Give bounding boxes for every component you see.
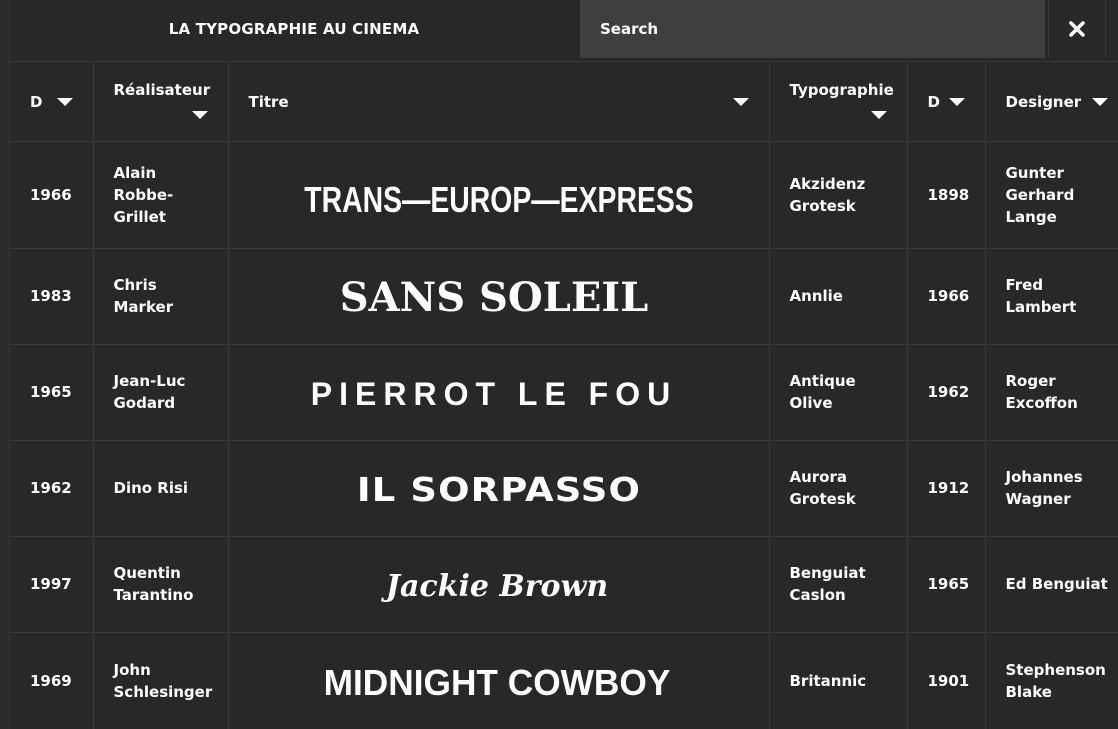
sort-arrow-icon[interactable] bbox=[1092, 97, 1108, 106]
table-row[interactable]: 1965 Jean-Luc Godard PIERROT LE FOU Anti… bbox=[10, 344, 1118, 441]
cell-typeface: Benguiat Caslon bbox=[769, 536, 908, 633]
cell-type-year: 1966 bbox=[907, 248, 986, 345]
film-title-text: PIERROT LE FOU bbox=[310, 376, 676, 412]
cell-year: 1965 bbox=[10, 344, 94, 441]
column-header-designer: Designer bbox=[985, 63, 1118, 142]
cell-year: 1962 bbox=[10, 440, 94, 537]
cell-type-year: 1898 bbox=[907, 141, 986, 249]
sort-arrow-icon[interactable] bbox=[948, 97, 965, 106]
close-icon bbox=[1069, 21, 1085, 37]
table-row[interactable]: 1966 Alain Robbe-Grillet TRANS—EUROP—EXP… bbox=[10, 141, 1118, 249]
column-label-typeface: Typographie bbox=[789, 80, 894, 99]
cell-designer: Roger Excoffon bbox=[985, 344, 1118, 441]
cell-title[interactable]: MIDNIGHT COWBOY bbox=[228, 632, 770, 729]
cell-title[interactable]: TRANS—EUROP—EXPRESS bbox=[228, 141, 770, 249]
film-title-text: Jackie Brown bbox=[380, 569, 607, 604]
films-table: D Réalisateur Titre Typographie D Design… bbox=[10, 63, 1118, 729]
left-edge-panel bbox=[0, 0, 10, 729]
table-header-row: D Réalisateur Titre Typographie D Design… bbox=[10, 63, 1118, 142]
column-header-director: Réalisateur bbox=[93, 63, 229, 142]
cell-typeface: Aurora Grotesk bbox=[769, 440, 908, 537]
close-button[interactable] bbox=[1048, 0, 1106, 58]
film-title-logo: PIERROT LE FOU bbox=[310, 376, 676, 412]
cell-type-year: 1901 bbox=[907, 632, 986, 729]
app-frame: LA TYPOGRAPHIE AU CINEMA D bbox=[0, 0, 1118, 729]
cell-year: 1983 bbox=[10, 248, 94, 345]
cell-title[interactable]: IL SORPASSO bbox=[228, 440, 770, 537]
cell-designer: Stephenson Blake bbox=[985, 632, 1118, 729]
film-title-logo: TRANS—EUROP—EXPRESS bbox=[304, 178, 693, 219]
cell-type-year: 1962 bbox=[907, 344, 986, 441]
top-bar: LA TYPOGRAPHIE AU CINEMA bbox=[10, 0, 1118, 62]
cell-typeface: Annlie bbox=[769, 248, 908, 345]
cell-designer: Johannes Wagner bbox=[985, 440, 1118, 537]
sort-arrow-icon[interactable] bbox=[870, 110, 887, 119]
film-title-text: IL SORPASSO bbox=[356, 471, 640, 510]
cell-designer: Ed Benguiat bbox=[985, 536, 1118, 633]
cell-typeface: Britannic bbox=[769, 632, 908, 729]
film-title-logo: MIDNIGHT COWBOY bbox=[323, 662, 670, 702]
column-header-title: Titre bbox=[228, 63, 770, 142]
cell-director: Jean-Luc Godard bbox=[93, 344, 229, 441]
column-label-director: Réalisateur bbox=[113, 80, 211, 99]
site-title[interactable]: LA TYPOGRAPHIE AU CINEMA bbox=[10, 0, 578, 58]
column-label-type-year: D bbox=[927, 92, 940, 111]
cell-designer: Fred Lambert bbox=[985, 248, 1118, 345]
table-row[interactable]: 1962 Dino Risi IL SORPASSO Aurora Grotes… bbox=[10, 440, 1118, 537]
search-input[interactable] bbox=[580, 0, 1045, 58]
column-label-year: D bbox=[30, 92, 43, 111]
column-header-typeface: Typographie bbox=[769, 63, 908, 142]
cell-director: Alain Robbe-Grillet bbox=[93, 141, 229, 249]
cell-director: Quentin Tarantino bbox=[93, 536, 229, 633]
cell-director: Dino Risi bbox=[93, 440, 229, 537]
cell-director: John Schlesinger bbox=[93, 632, 229, 729]
column-header-type-year: D bbox=[907, 63, 986, 142]
cell-designer: Gunter Gerhard Lange bbox=[985, 141, 1118, 249]
column-label-designer: Designer bbox=[1005, 92, 1082, 111]
film-title-text: TRANS—EUROP—EXPRESS bbox=[304, 178, 693, 219]
film-title-logo: Jackie Brown bbox=[380, 569, 607, 604]
cell-typeface: Akzidenz Grotesk bbox=[769, 141, 908, 249]
table-row[interactable]: 1997 Quentin Tarantino Jackie Brown Beng… bbox=[10, 536, 1118, 633]
cell-title[interactable]: Jackie Brown bbox=[228, 536, 770, 633]
sort-arrow-icon[interactable] bbox=[191, 110, 208, 119]
column-label-title: Titre bbox=[248, 92, 289, 111]
sort-arrow-icon[interactable] bbox=[56, 97, 73, 106]
sort-arrow-icon[interactable] bbox=[732, 97, 749, 106]
table-row[interactable]: 1983 Chris Marker SANS SOLEIL Annlie 196… bbox=[10, 248, 1118, 345]
film-title-text: SANS SOLEIL bbox=[339, 274, 647, 321]
cell-typeface: Antique Olive bbox=[769, 344, 908, 441]
column-header-year: D bbox=[10, 63, 94, 142]
film-title-text: MIDNIGHT COWBOY bbox=[323, 662, 670, 702]
cell-year: 1966 bbox=[10, 141, 94, 249]
film-title-logo: IL SORPASSO bbox=[356, 471, 640, 510]
film-title-logo: SANS SOLEIL bbox=[339, 274, 647, 321]
cell-type-year: 1912 bbox=[907, 440, 986, 537]
cell-title[interactable]: SANS SOLEIL bbox=[228, 248, 770, 345]
cell-type-year: 1965 bbox=[907, 536, 986, 633]
cell-year: 1997 bbox=[10, 536, 94, 633]
cell-year: 1969 bbox=[10, 632, 94, 729]
cell-title[interactable]: PIERROT LE FOU bbox=[228, 344, 770, 441]
cell-director: Chris Marker bbox=[93, 248, 229, 345]
table-row[interactable]: 1969 John Schlesinger MIDNIGHT COWBOY Br… bbox=[10, 632, 1118, 729]
